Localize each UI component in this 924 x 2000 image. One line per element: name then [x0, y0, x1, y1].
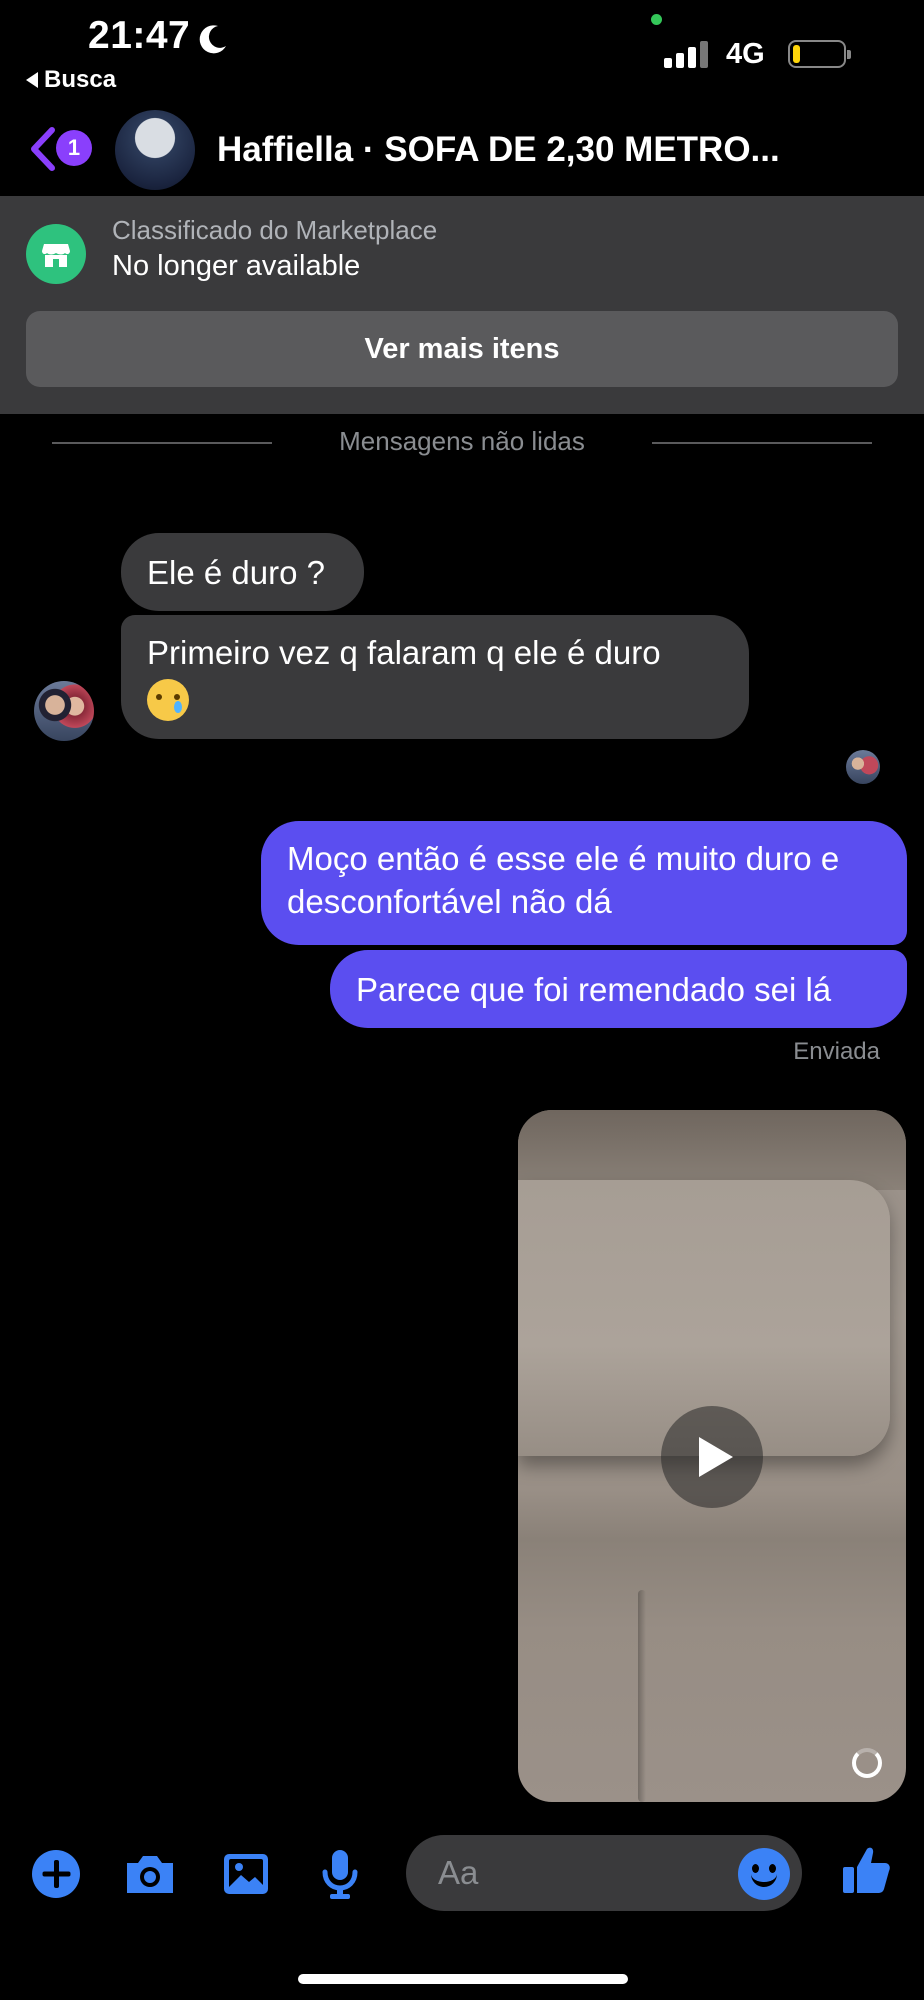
- moon-icon: [199, 25, 226, 54]
- status-time: 21:47: [88, 14, 191, 57]
- message-text: Parece que foi remendado sei lá: [356, 970, 832, 1008]
- voice-button[interactable]: [312, 1846, 368, 1902]
- add-button[interactable]: [28, 1846, 84, 1902]
- emoji-icon[interactable]: [738, 1848, 790, 1900]
- like-button[interactable]: [838, 1842, 894, 1898]
- network-type: 4G: [726, 38, 765, 70]
- thumbs-up-icon: [843, 1847, 890, 1893]
- battery-icon: [788, 40, 851, 68]
- listing-avatar[interactable]: [115, 110, 195, 190]
- image-icon: [224, 1854, 268, 1894]
- unread-count-badge[interactable]: 1: [56, 130, 92, 166]
- listing-label: Classificado do Marketplace: [112, 215, 438, 245]
- outgoing-message[interactable]: Parece que foi remendado sei lá: [330, 950, 907, 1028]
- outgoing-message[interactable]: Moço então é esse ele é muito duro e des…: [261, 821, 907, 945]
- message-text: Primeiro vez q falaram q ele é duro: [147, 634, 661, 671]
- sender-avatar[interactable]: [34, 681, 94, 741]
- back-to-app-link[interactable]: Busca: [26, 66, 116, 94]
- camera-icon: [127, 1856, 173, 1893]
- camera-indicator-dot: [651, 14, 662, 25]
- back-app-label: Busca: [44, 66, 117, 93]
- incoming-message[interactable]: Ele é duro ?: [121, 533, 364, 611]
- home-indicator: [298, 1974, 628, 1984]
- video-thumbnail-backrest: [518, 1110, 906, 1190]
- battery-level: [793, 45, 800, 63]
- message-input-placeholder: Aa: [438, 1854, 479, 1891]
- unread-separator: Mensagens não lidas: [339, 426, 585, 456]
- camera-button[interactable]: [122, 1846, 178, 1902]
- video-thumbnail-seam: [638, 1590, 646, 1802]
- back-triangle-icon: [26, 72, 38, 88]
- delivery-status: Enviada: [793, 1038, 880, 1065]
- seen-receipt-avatar: [846, 750, 880, 784]
- incoming-message[interactable]: Primeiro vez q falaram q ele é duro: [121, 615, 749, 739]
- see-more-items-button[interactable]: Ver mais itens: [26, 311, 898, 387]
- listing-status: No longer available: [112, 250, 361, 282]
- microphone-icon: [322, 1850, 358, 1899]
- play-icon[interactable]: [661, 1406, 763, 1508]
- message-text: Moço então é esse ele é muito duro e des…: [287, 840, 840, 920]
- plus-icon: [32, 1850, 80, 1898]
- signal-icon: [664, 38, 712, 68]
- conversation-title[interactable]: Haffiella · SOFA DE 2,30 METRO...: [217, 130, 780, 170]
- video-message[interactable]: [518, 1110, 906, 1802]
- message-text: Ele é duro ?: [147, 553, 325, 591]
- crying-emoji-icon: [147, 679, 189, 722]
- loading-icon: [852, 1748, 882, 1778]
- gallery-button[interactable]: [218, 1846, 274, 1902]
- marketplace-store-icon: [26, 224, 86, 284]
